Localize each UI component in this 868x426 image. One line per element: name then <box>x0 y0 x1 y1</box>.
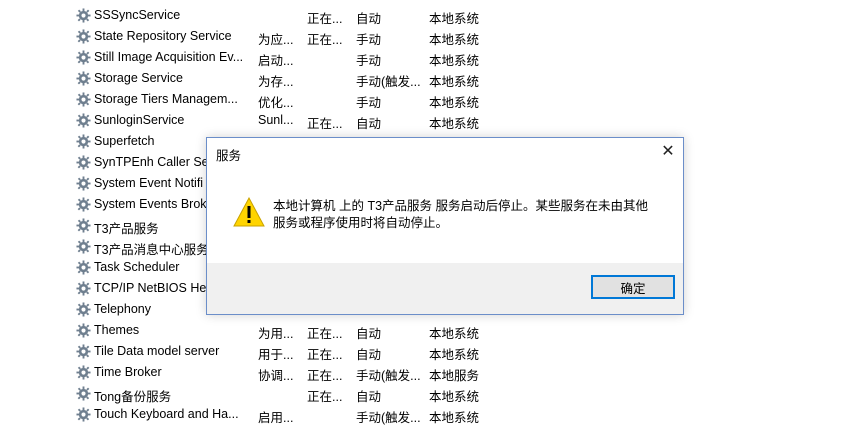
service-name: Themes <box>94 323 140 337</box>
gear-icon <box>76 302 91 317</box>
service-row[interactable]: SunloginService Sunl... 正在... 自动 本地系统 <box>0 110 868 131</box>
service-status: 正在... <box>307 390 343 404</box>
service-logon-as: 本地系统 <box>429 96 480 110</box>
service-row[interactable]: Time Broker 协调... 正在... 手动(触发... 本地服务 <box>0 362 868 383</box>
service-description: 用于... <box>258 348 294 362</box>
service-logon-as: 本地系统 <box>429 54 480 68</box>
service-row[interactable]: Storage Service 为存... 手动(触发... 本地系统 <box>0 68 868 89</box>
service-description: 为存... <box>258 75 294 89</box>
service-startup-type: 手动 <box>356 96 382 110</box>
gear-icon <box>76 260 91 275</box>
dialog-message: 本地计算机 上的 T3产品服务 服务启动后停止。某些服务在未由其他服务或程序使用… <box>273 199 649 230</box>
service-name: Storage Service <box>94 71 183 85</box>
service-name: Tong备份服务 <box>94 390 172 404</box>
service-status: 正在... <box>307 12 343 26</box>
service-name: Storage Tiers Managem... <box>94 92 238 106</box>
service-description: 为应... <box>258 33 294 47</box>
service-row[interactable]: SSSyncService 正在... 自动 本地系统 <box>0 5 868 26</box>
service-dialog: 服务 ✕ 本地计算机 上的 T3产品服务 服务启动后停止。某些服务在未由其他服务… <box>206 137 684 315</box>
service-startup-type: 手动 <box>356 33 382 47</box>
service-description: 协调... <box>258 369 294 383</box>
service-logon-as: 本地系统 <box>429 33 480 47</box>
gear-icon <box>76 344 91 359</box>
service-status: 正在... <box>307 348 343 362</box>
service-name: Time Broker <box>94 365 162 379</box>
service-logon-as: 本地系统 <box>429 390 480 404</box>
service-description: Sunl... <box>258 113 294 127</box>
service-logon-as: 本地系统 <box>429 117 480 131</box>
gear-icon <box>76 50 91 65</box>
dialog-content: 本地计算机 上的 T3产品服务 服务启动后停止。某些服务在未由其他服务或程序使用… <box>207 166 683 263</box>
service-name: Still Image Acquisition Ev... <box>94 50 244 64</box>
service-logon-as: 本地服务 <box>429 369 480 383</box>
gear-icon <box>76 92 91 107</box>
ok-button[interactable]: 确定 <box>591 275 675 299</box>
gear-icon <box>76 281 91 296</box>
dialog-title: 服务 <box>216 149 242 163</box>
dialog-footer: 确定 <box>207 263 683 314</box>
service-startup-type: 手动(触发... <box>356 75 421 89</box>
gear-icon <box>76 386 91 401</box>
service-description: 为用... <box>258 327 294 341</box>
gear-icon <box>76 8 91 23</box>
service-name: Touch Keyboard and Ha... <box>94 407 239 421</box>
service-startup-type: 自动 <box>356 117 382 131</box>
service-startup-type: 自动 <box>356 12 382 26</box>
service-logon-as: 本地系统 <box>429 327 480 341</box>
gear-icon <box>76 239 91 254</box>
service-row[interactable]: Tong备份服务 正在... 自动 本地系统 <box>0 383 868 404</box>
service-name: SunloginService <box>94 113 185 127</box>
service-row[interactable]: Themes 为用... 正在... 自动 本地系统 <box>0 320 868 341</box>
service-row[interactable]: Touch Keyboard and Ha... 启用... 手动(触发... 本地系… <box>0 404 868 425</box>
service-startup-type: 自动 <box>356 348 382 362</box>
service-name: SSSyncService <box>94 8 181 22</box>
service-startup-type: 手动 <box>356 54 382 68</box>
service-startup-type: 手动(触发... <box>356 411 421 425</box>
gear-icon <box>76 29 91 44</box>
service-logon-as: 本地系统 <box>429 348 480 362</box>
service-status: 正在... <box>307 369 343 383</box>
gear-icon <box>76 365 91 380</box>
close-icon[interactable]: ✕ <box>653 138 683 166</box>
service-startup-type: 自动 <box>356 327 382 341</box>
service-logon-as: 本地系统 <box>429 12 480 26</box>
gear-icon <box>76 134 91 149</box>
gear-icon <box>76 197 91 212</box>
service-status: 正在... <box>307 33 343 47</box>
service-status: 正在... <box>307 327 343 341</box>
gear-icon <box>76 71 91 86</box>
service-logon-as: 本地系统 <box>429 75 480 89</box>
gear-icon <box>76 155 91 170</box>
service-row[interactable]: State Repository Service 为应... 正在... 手动 本地系统 <box>0 26 868 47</box>
service-description: 优化... <box>258 96 294 110</box>
service-name: State Repository Service <box>94 29 232 43</box>
warning-icon <box>233 197 265 227</box>
gear-icon <box>76 176 91 191</box>
service-description: 启用... <box>258 411 294 425</box>
gear-icon <box>76 218 91 233</box>
service-description: 启动... <box>258 54 294 68</box>
service-row[interactable]: Still Image Acquisition Ev... 启动... 手动 本地系统 <box>0 47 868 68</box>
service-startup-type: 手动(触发... <box>356 369 421 383</box>
service-status: 正在... <box>307 117 343 131</box>
service-row[interactable]: Storage Tiers Managem... 优化... 手动 本地系统 <box>0 89 868 110</box>
gear-icon <box>76 113 91 128</box>
service-row[interactable]: Tile Data model server 用于... 正在... 自动 本地系统 <box>0 341 868 362</box>
service-startup-type: 自动 <box>356 390 382 404</box>
service-logon-as: 本地系统 <box>429 411 480 425</box>
service-name: Tile Data model server <box>94 344 220 358</box>
gear-icon <box>76 323 91 338</box>
dialog-titlebar[interactable]: 服务 ✕ <box>207 138 683 166</box>
